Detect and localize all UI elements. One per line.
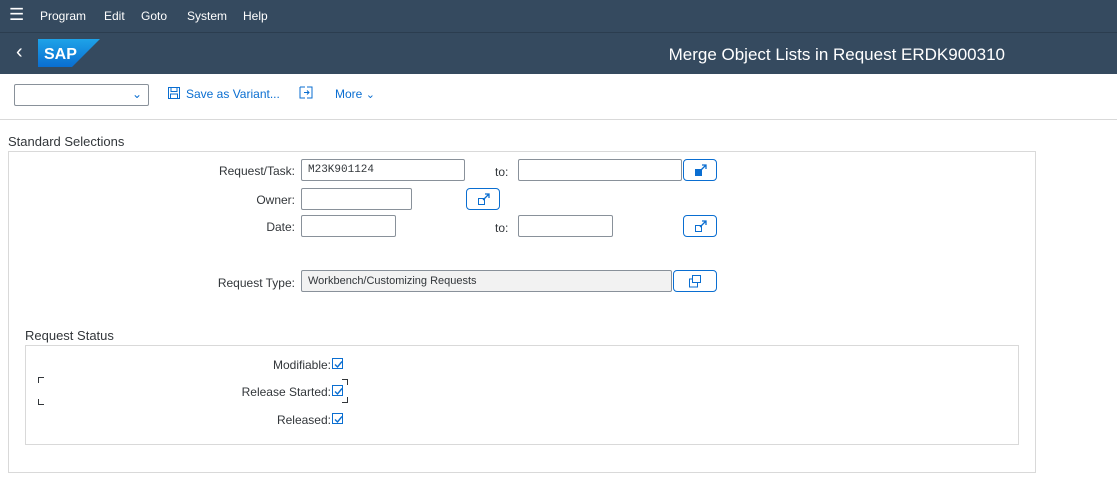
modifiable-checkbox[interactable] [332,358,343,369]
checkmark-icon [334,416,343,424]
request-task-label: Request/Task: [218,164,295,178]
request-type-label: Request Type: [217,276,295,290]
sap-logo-text: SAP [44,46,77,63]
menu-goto[interactable]: Goto [141,9,167,23]
save-icon [168,87,180,99]
menu-program[interactable]: Program [40,9,86,23]
owner-input[interactable] [301,188,412,210]
details-icon[interactable] [299,86,313,99]
owner-label: Owner: [256,193,295,207]
owner-multiple-selection-button[interactable] [466,188,500,210]
released-checkbox[interactable] [332,413,343,424]
date-to-input[interactable] [518,215,613,237]
release-started-label: Release Started: [241,385,331,399]
release-started-checkbox[interactable] [332,385,343,396]
request-type-select-button[interactable] [673,270,717,292]
back-icon[interactable]: ‹ [16,42,23,62]
standard-selections-title: Standard Selections [8,134,125,149]
menu-system[interactable]: System [187,9,227,23]
request-type-field: Workbench/Customizing Requests [301,270,672,292]
focus-corner-bottom-right [342,397,348,403]
date-multiple-selection-button[interactable] [683,215,717,237]
date-to-label: to: [495,221,509,235]
menu-help[interactable]: Help [243,9,268,23]
multiple-selection-filled-icon [695,164,707,176]
focus-corner-bottom-left [38,399,44,405]
request-task-to-label: to: [495,165,509,179]
checkmark-icon [334,361,343,369]
hamburger-menu-icon[interactable]: ☰ [9,6,24,24]
save-as-variant-button[interactable]: Save as Variant... [186,87,280,101]
copy-options-icon [689,275,701,288]
request-task-multiple-selection-button[interactable] [683,159,717,181]
page-title: Merge Object Lists in Request ERDK900310 [668,45,1005,64]
multiple-selection-icon [695,220,707,232]
modifiable-label: Modifiable: [272,358,331,372]
more-label: More [335,87,363,101]
more-button[interactable]: More ⌄ [335,87,375,101]
request-status-box [25,345,1019,445]
request-status-title: Request Status [25,328,114,343]
focus-corner-top-left [38,377,44,383]
request-task-input[interactable]: M23K901124 [301,159,465,181]
sap-logo: SAP [38,39,100,67]
focus-corner-top-right [342,379,348,385]
chevron-down-icon: ⌄ [131,87,142,101]
date-input[interactable] [301,215,396,237]
multiple-selection-icon [478,193,490,205]
menu-edit[interactable]: Edit [104,9,125,23]
menu-bar: ☰ Program Edit Goto System Help [0,0,1117,32]
checkmark-icon [334,388,343,396]
date-label: Date: [266,220,295,234]
chevron-down-icon: ⌄ [365,89,375,101]
released-label: Released: [276,413,331,427]
variant-dropdown[interactable]: ⌄ [14,84,149,106]
title-bar: ‹ SAP Merge Object Lists in Request ERDK… [0,32,1117,75]
request-task-to-input[interactable] [518,159,682,181]
application-toolbar: ⌄ Save as Variant... More ⌄ [0,74,1117,120]
